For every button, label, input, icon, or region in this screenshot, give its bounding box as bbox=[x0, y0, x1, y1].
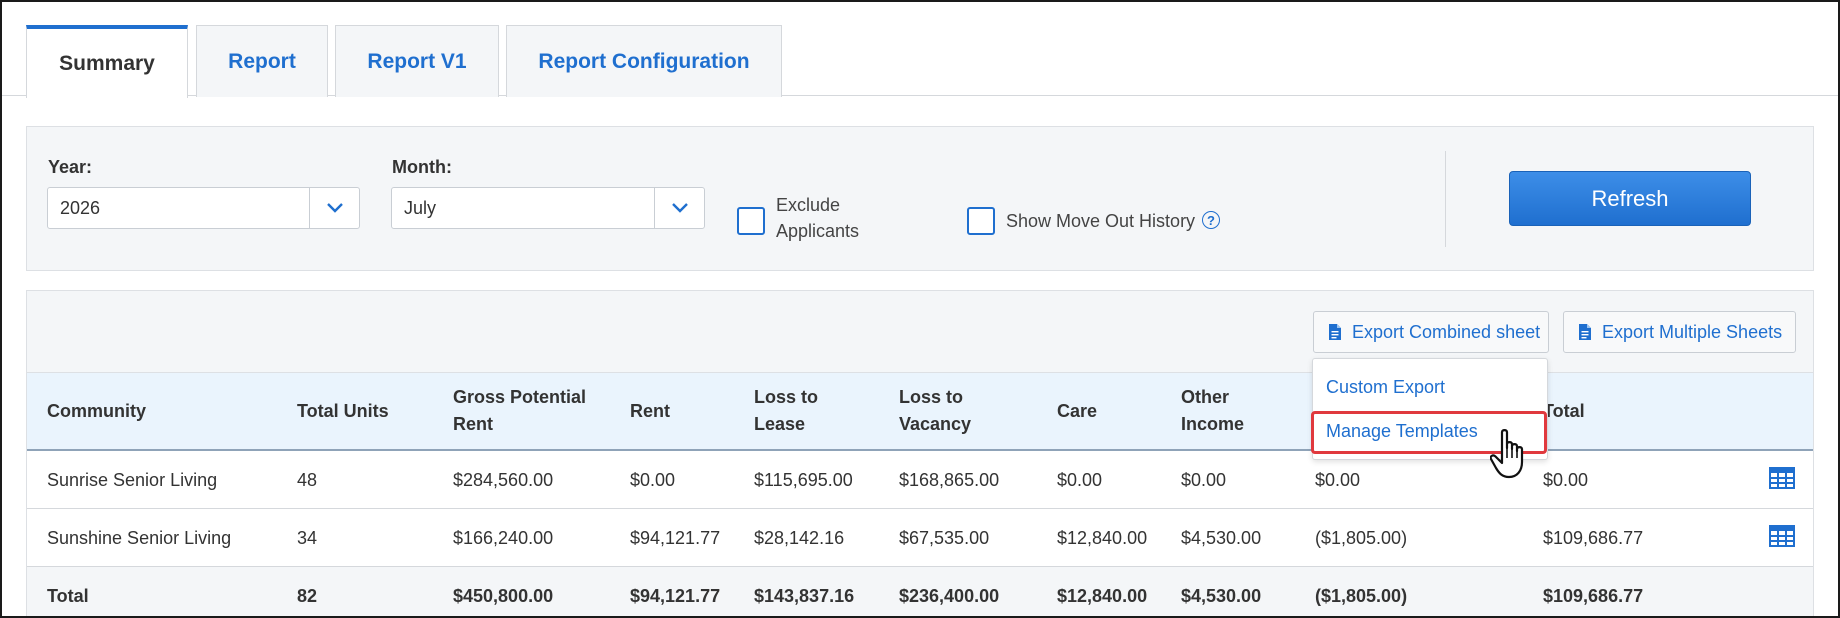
table-cell: ($1,805.00) bbox=[1315, 527, 1408, 548]
app-frame: Summary Report Report V1 Report Configur… bbox=[0, 0, 1840, 618]
export-combined-label: Export Combined sheet bbox=[1352, 321, 1541, 342]
export-multiple-label: Export Multiple Sheets bbox=[1602, 321, 1783, 342]
year-value: 2026 bbox=[60, 198, 101, 218]
month-value: July bbox=[404, 198, 437, 218]
column-header[interactable]: Loss to Vacancy bbox=[899, 373, 971, 449]
column-header[interactable]: Community bbox=[47, 373, 146, 449]
refresh-button[interactable]: Refresh bbox=[1509, 171, 1751, 226]
table-cell: $143,837.16 bbox=[754, 585, 855, 606]
column-header[interactable]: Care bbox=[1057, 373, 1097, 449]
year-dropdown-button[interactable] bbox=[309, 188, 359, 228]
exclude-applicants-checkbox[interactable] bbox=[737, 207, 765, 235]
table-cell: $12,840.00 bbox=[1057, 527, 1148, 548]
chevron-down-icon bbox=[671, 203, 688, 213]
table-cell: Total bbox=[47, 585, 89, 606]
show-move-out-history-label[interactable]: Show Move Out History bbox=[1006, 208, 1195, 234]
table-cell: $94,121.77 bbox=[630, 585, 721, 606]
chevron-down-icon bbox=[326, 203, 343, 213]
table-cell: $109,686.77 bbox=[1543, 585, 1644, 606]
filter-panel: Year: 2026 Month: July Exclude Applicant… bbox=[26, 126, 1814, 271]
table-cell: $166,240.00 bbox=[453, 527, 554, 548]
table-cell: 48 bbox=[297, 469, 318, 490]
table-cell: $12,840.00 bbox=[1057, 585, 1148, 606]
table-cell: $0.00 bbox=[1543, 469, 1589, 490]
table-cell: Sunrise Senior Living bbox=[47, 469, 218, 490]
table-cell: $284,560.00 bbox=[453, 469, 554, 490]
table-cell: Sunshine Senior Living bbox=[47, 527, 232, 548]
table-total-row: Total 82 $450,800.00 $94,121.77 $143,837… bbox=[27, 567, 1813, 616]
table-cell: $94,121.77 bbox=[630, 527, 721, 548]
month-dropdown-button[interactable] bbox=[654, 188, 704, 228]
tab-bar: Summary Report Report V1 Report Configur… bbox=[2, 2, 1838, 98]
tab-summary[interactable]: Summary bbox=[26, 25, 188, 98]
year-select[interactable]: 2026 bbox=[47, 187, 360, 229]
exclude-applicants-label[interactable]: Exclude Applicants bbox=[776, 192, 859, 244]
tab-label: Report bbox=[228, 49, 296, 73]
column-header[interactable]: Other Income bbox=[1181, 373, 1244, 449]
column-header[interactable]: Total bbox=[1543, 373, 1585, 449]
show-move-out-history-checkbox[interactable] bbox=[967, 207, 995, 235]
table-grid-icon[interactable] bbox=[1769, 467, 1795, 489]
column-header[interactable]: Loss to Lease bbox=[754, 373, 818, 449]
table-cell: $67,535.00 bbox=[899, 527, 990, 548]
help-icon[interactable]: ? bbox=[1202, 211, 1220, 229]
table-cell: $168,865.00 bbox=[899, 469, 1000, 490]
table-cell: $0.00 bbox=[1057, 469, 1103, 490]
table-cell: $115,695.00 bbox=[754, 469, 853, 490]
divider bbox=[1445, 151, 1446, 247]
hand-pointer-icon bbox=[1490, 429, 1524, 479]
export-multiple-sheets-button[interactable]: Export Multiple Sheets bbox=[1563, 311, 1796, 353]
document-icon bbox=[1579, 324, 1591, 340]
table-cell: $0.00 bbox=[630, 469, 676, 490]
tab-label: Summary bbox=[59, 51, 155, 75]
tab-report-v1[interactable]: Report V1 bbox=[335, 25, 499, 97]
tab-report-configuration[interactable]: Report Configuration bbox=[506, 25, 782, 97]
table-cell: $0.00 bbox=[1181, 469, 1227, 490]
table-cell: $450,800.00 bbox=[453, 585, 554, 606]
table-cell: $236,400.00 bbox=[899, 585, 1000, 606]
year-label: Year: bbox=[48, 157, 93, 177]
column-header[interactable]: Gross Potential Rent bbox=[453, 373, 586, 449]
menu-item-custom-export[interactable]: Custom Export bbox=[1326, 377, 1445, 398]
tab-report[interactable]: Report bbox=[196, 25, 328, 97]
tab-label: Report V1 bbox=[367, 49, 467, 73]
document-icon bbox=[1329, 324, 1341, 340]
export-combined-sheet-button[interactable]: Export Combined sheet bbox=[1313, 311, 1549, 353]
table-cell: ($1,805.00) bbox=[1315, 585, 1408, 606]
table-row: Sunshine Senior Living 34 $166,240.00 $9… bbox=[27, 509, 1813, 567]
exclude-applicants-label-line1: Exclude bbox=[776, 195, 841, 215]
table-cell: $4,530.00 bbox=[1181, 585, 1262, 606]
exclude-applicants-label-line2: Applicants bbox=[776, 221, 860, 241]
month-label: Month: bbox=[392, 157, 452, 177]
table-cell: $28,142.16 bbox=[754, 527, 845, 548]
column-header[interactable]: Rent bbox=[630, 373, 670, 449]
table-grid-icon[interactable] bbox=[1769, 525, 1795, 547]
month-select[interactable]: July bbox=[391, 187, 705, 229]
column-header[interactable]: Total Units bbox=[297, 373, 389, 449]
table-cell: 34 bbox=[297, 527, 318, 548]
table-cell: 82 bbox=[297, 585, 318, 606]
table-cell: $4,530.00 bbox=[1181, 527, 1262, 548]
table-cell: $109,686.77 bbox=[1543, 527, 1644, 548]
tab-label: Report Configuration bbox=[538, 49, 750, 73]
